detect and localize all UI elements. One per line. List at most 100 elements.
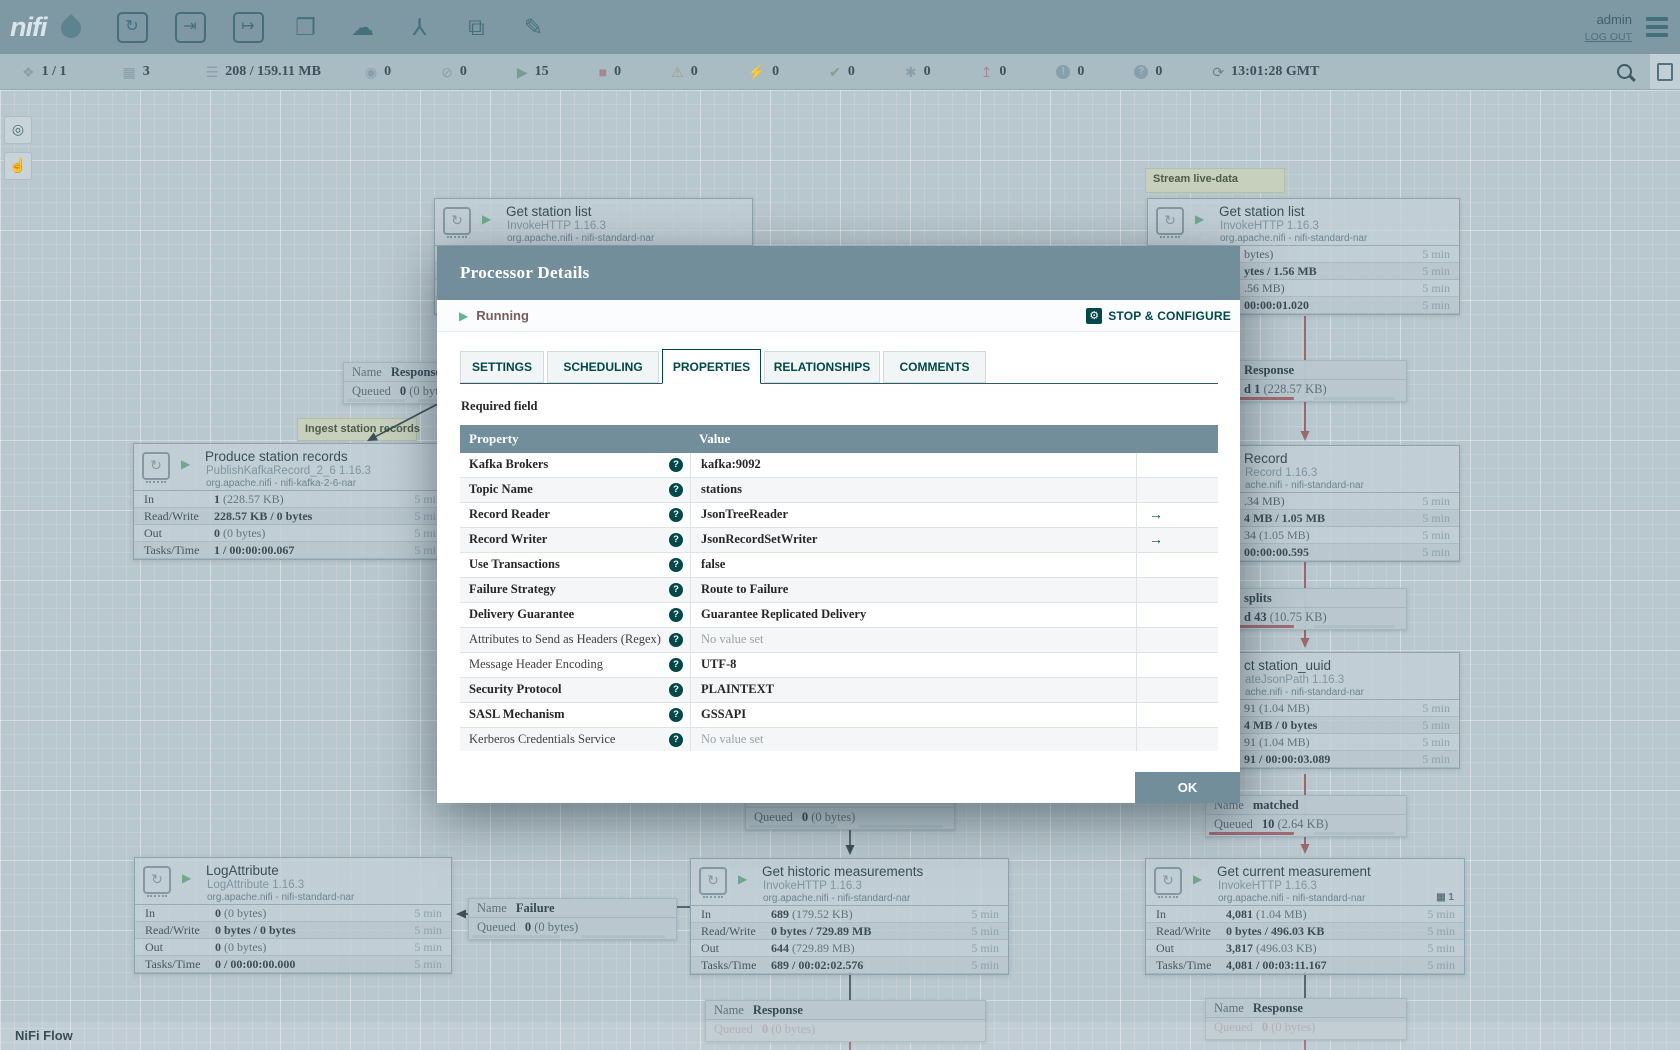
help-icon[interactable]: ? — [669, 733, 683, 747]
help-icon[interactable]: ? — [669, 558, 683, 572]
ok-button[interactable]: OK — [1135, 772, 1240, 803]
property-value[interactable]: UTF-8 — [690, 653, 1136, 677]
status-not-transmitting-count: 0 — [459, 63, 467, 79]
help-icon[interactable]: ? — [669, 633, 683, 647]
remote-process-group-icon[interactable]: ☁ — [348, 12, 378, 42]
help-icon[interactable]: ? — [669, 508, 683, 522]
connected-nodes-icon: ❖ — [22, 63, 35, 80]
queue-progress-bars — [472, 935, 673, 938]
help-icon[interactable]: ? — [669, 483, 683, 497]
queue-bar-left — [1209, 832, 1295, 835]
property-row[interactable]: Failure Strategy? Route to Failure — [460, 578, 1218, 603]
funnel-icon[interactable]: ⅄ — [405, 12, 435, 42]
property-value[interactable]: false — [690, 553, 1136, 577]
column-property: Property — [469, 431, 519, 446]
stat-row: Tasks/Time 689 / 00:02:02.576 5 min — [691, 957, 1008, 974]
processor-header: ↻ ▶ Get historic measurements InvokeHTTP 1.… — [691, 859, 1008, 905]
help-icon[interactable]: ? — [669, 533, 683, 547]
property-value[interactable]: Route to Failure — [690, 578, 1136, 602]
property-name: SASL Mechanism? — [460, 703, 690, 727]
property-value[interactable]: GSSAPI — [690, 703, 1136, 727]
processor-icon: ↻ — [1154, 867, 1182, 898]
breadcrumb-bar: NiFi Flow — [0, 1022, 1680, 1050]
property-row[interactable]: Use Transactions? false — [460, 553, 1218, 578]
link-cell — [1136, 453, 1218, 477]
processor-header: ↻ ▶ Get station list InvokeHTTP 1.16.3 org.a… — [1148, 199, 1459, 245]
property-row[interactable]: Delivery Guarantee? Guarantee Replicated … — [460, 603, 1218, 628]
tab-comments[interactable]: COMMENTS — [883, 351, 986, 383]
global-menu-icon[interactable] — [1646, 13, 1668, 41]
properties-table: Property Value Kafka Brokers? kafka:9092 T… — [460, 425, 1218, 751]
stop-and-configure-button[interactable]: ⚙ STOP & CONFIGURE — [1086, 307, 1231, 324]
property-value[interactable]: PLAINTEXT — [690, 678, 1136, 702]
property-row[interactable]: Security Protocol? PLAINTEXT — [460, 678, 1218, 703]
help-icon[interactable]: ? — [669, 708, 683, 722]
label-stream-live-data[interactable]: Stream live-data — [1145, 168, 1285, 193]
pan-hand-button[interactable]: ☝ — [4, 152, 32, 180]
status-connected-nodes: ❖ 1 / 1 — [22, 64, 66, 80]
connection-queued: Queued 0 (0 bytes) — [746, 807, 954, 826]
proc-get-current-measurement[interactable]: ↻ ▶ Get current measurement InvokeHTTP 1.16… — [1145, 858, 1465, 975]
panel-toggle-button[interactable] — [1650, 54, 1680, 89]
property-value[interactable]: No value set — [690, 728, 1136, 751]
go-to-service-icon[interactable]: → — [1136, 503, 1218, 527]
property-row[interactable]: Topic Name? stations — [460, 478, 1218, 503]
status-connected-nodes-count: 1 / 1 — [41, 63, 67, 79]
processor-name: LogAttribute — [206, 863, 279, 878]
processor-icon[interactable]: ↻ — [116, 11, 148, 43]
tab-relationships[interactable]: RELATIONSHIPS — [764, 351, 880, 383]
tab-properties[interactable]: PROPERTIES — [662, 349, 761, 384]
processor-name: Get station list — [1219, 204, 1305, 219]
dialog-header: Processor Details — [437, 246, 1240, 300]
property-name: Delivery Guarantee? — [460, 603, 690, 627]
property-row[interactable]: Record Reader? JsonTreeReader → — [460, 503, 1218, 528]
queue-bar-left — [472, 935, 561, 938]
processor-header: ↻ ▶ Produce station records PublishKafkaRec… — [134, 444, 451, 490]
proc-get-historic-measurements[interactable]: ↻ ▶ Get historic measurements InvokeHTTP 1.… — [690, 858, 1009, 975]
logout-link[interactable]: LOG OUT — [1585, 31, 1632, 43]
breadcrumb[interactable]: NiFi Flow — [15, 1028, 73, 1043]
input-port-icon[interactable]: ⇥ — [174, 11, 206, 43]
label-ingest-station-records[interactable]: Ingest station records — [297, 418, 420, 441]
help-icon[interactable]: ? — [669, 683, 683, 697]
tab-settings[interactable]: SETTINGS — [460, 351, 544, 383]
link-cell — [1136, 478, 1218, 502]
process-group-icon[interactable]: ❐ — [291, 12, 321, 42]
property-value[interactable]: Guarantee Replicated Delivery — [690, 603, 1136, 627]
output-port-icon[interactable]: ↦ — [232, 11, 264, 43]
status-transmitting: ◉ 0 — [365, 64, 391, 80]
help-icon[interactable]: ? — [669, 458, 683, 472]
property-row[interactable]: Record Writer? JsonRecordSetWriter → — [460, 528, 1218, 553]
run-status-icon: ▶ — [1193, 872, 1203, 886]
go-to-service-icon[interactable]: → — [1136, 528, 1218, 552]
run-status-icon: ▶ — [482, 212, 492, 226]
property-value[interactable]: JsonRecordSetWriter — [690, 528, 1136, 552]
processor-type: InvokeHTTP 1.16.3 — [507, 220, 606, 232]
property-value[interactable]: stations — [690, 478, 1136, 502]
label-icon[interactable]: ✎ — [519, 12, 549, 42]
property-row[interactable]: Kerberos Credentials Service? No value se… — [460, 728, 1218, 751]
property-row[interactable]: Attributes to Send as Headers (Regex)? No… — [460, 628, 1218, 653]
property-row[interactable]: Kafka Brokers? kafka:9092 — [460, 453, 1218, 478]
help-icon[interactable]: ? — [669, 583, 683, 597]
tab-scheduling[interactable]: SCHEDULING — [547, 351, 659, 383]
property-row[interactable]: Message Header Encoding? UTF-8 — [460, 653, 1218, 678]
connection-name: Name Response — [1214, 1001, 1303, 1015]
proc-logattribute[interactable]: ↻ ▶ LogAttribute LogAttribute 1.16.3 org.apa… — [134, 857, 452, 974]
property-value[interactable]: JsonTreeReader — [690, 503, 1136, 527]
stat-row: Out 3,817 (496.03 KB) 5 min — [1146, 940, 1464, 957]
help-icon[interactable]: ? — [669, 658, 683, 672]
birdseye-button[interactable]: ◎ — [4, 116, 32, 144]
search-icon[interactable] — [1617, 64, 1632, 79]
refresh-icon[interactable]: ⟳ — [1212, 65, 1224, 79]
conn-failure[interactable]: Name Failure Queued 0 (0 bytes) — [468, 898, 677, 940]
queue-progress-bars — [749, 825, 951, 828]
stat-row: In 689 (179.52 KB) 5 min — [691, 906, 1008, 923]
property-row[interactable]: SASL Mechanism? GSSAPI — [460, 703, 1218, 728]
property-value[interactable]: No value set — [690, 628, 1136, 652]
link-cell — [1136, 653, 1218, 677]
help-icon[interactable]: ? — [669, 608, 683, 622]
template-icon[interactable]: ⧉ — [462, 12, 492, 42]
proc-produce-station-records[interactable]: ↻ ▶ Produce station records PublishKafkaRec… — [133, 443, 452, 560]
property-value[interactable]: kafka:9092 — [690, 453, 1136, 477]
